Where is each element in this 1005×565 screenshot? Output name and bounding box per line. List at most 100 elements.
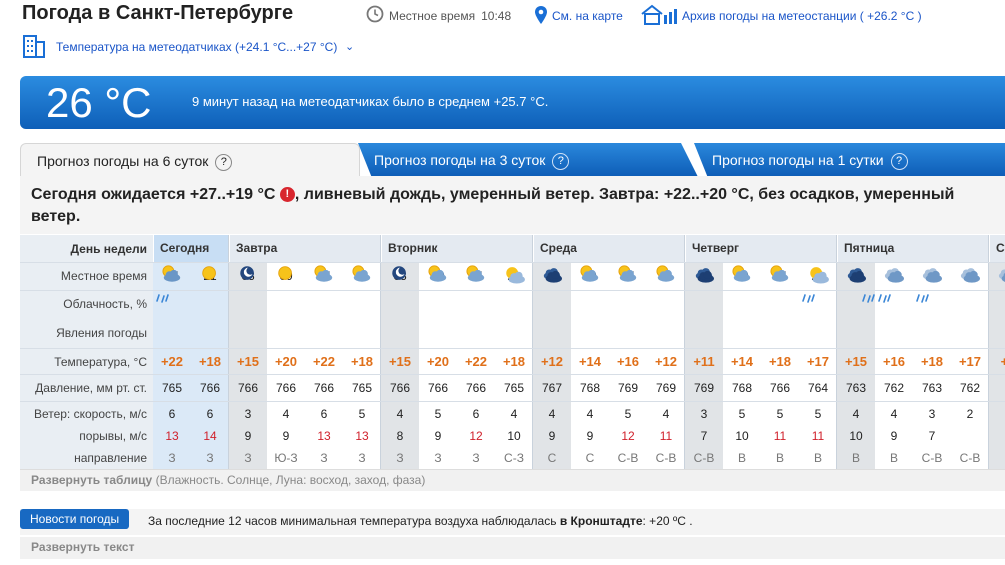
slot-wind-gust: 9: [890, 429, 898, 443]
slot-wind-speed: 6: [472, 407, 480, 421]
current-temperature: 26 °C: [46, 79, 152, 126]
slot-wind-speed: 6: [320, 407, 328, 421]
forecast-slot: 21+17764511В: [799, 262, 837, 469]
partly-cloudy-icon: [580, 265, 599, 282]
tab-forecast-6-days[interactable]: Прогноз погоды на 6 суток ?: [20, 143, 360, 177]
weather-news: Новости погоды За последние 12 часов мин…: [20, 509, 1005, 535]
partly-cloudy-icon: [428, 265, 447, 282]
map-link[interactable]: См. на карте: [552, 9, 623, 23]
row-label-day: День недели: [70, 242, 147, 256]
forecast-slot: 03+1576648З: [381, 262, 419, 469]
slot-pressure: 768: [579, 381, 601, 395]
map-pin-icon[interactable]: [534, 5, 548, 25]
slot-pressure: 769: [617, 381, 639, 395]
slot-temperature: +18: [502, 354, 526, 369]
forecast-slot: 15+1876337С-В: [913, 262, 951, 469]
slot-wind-gust: 9: [244, 429, 252, 443]
slot-temperature: +18: [768, 354, 792, 369]
row-label-cloud: Облачность, %: [63, 297, 147, 311]
tab-forecast-1-day[interactable]: Прогноз погоды на 1 сутки ?: [694, 143, 1005, 177]
help-icon[interactable]: ?: [890, 153, 908, 170]
slot-wind-direction: С-В: [693, 451, 715, 465]
weather-station-icon[interactable]: [640, 3, 680, 25]
expand-table-link[interactable]: Развернуть таблицу (Влажность. Солнце, Л…: [20, 469, 1005, 491]
slot-wind-gust: 11: [659, 429, 673, 443]
row-label-direction: направление: [74, 451, 147, 465]
slot-wind-speed: 6: [206, 407, 214, 421]
slot-temperature: +18: [920, 354, 944, 369]
tab-forecast-3-days[interactable]: Прогноз погоды на 3 суток ?: [358, 143, 698, 177]
page-title: Погода в Санкт-Петербурге: [22, 2, 294, 24]
slot-temperature: +17: [958, 354, 982, 369]
help-icon[interactable]: ?: [215, 154, 233, 171]
slot-pressure: 764: [807, 381, 829, 395]
chevron-down-icon[interactable]: ⌄: [345, 40, 354, 53]
slot-wind-gust: 11: [811, 429, 825, 443]
expand-text-link[interactable]: Развернуть текст: [20, 537, 1005, 559]
partly-cloudy-rain-icon: [162, 265, 181, 282]
slot-temperature: +15: [388, 354, 412, 369]
slot-wind-gust: 9: [282, 429, 290, 443]
forecast-tabs: Прогноз погоды на 6 суток ? Прогноз пого…: [20, 143, 1005, 177]
rain-icon: [878, 294, 891, 303]
row-separator: [20, 262, 1005, 263]
slot-temperature: +22: [160, 354, 184, 369]
slot-wind-gust: 9: [434, 429, 442, 443]
slot-pressure: 762: [959, 381, 981, 395]
slot-wind-direction: З: [206, 451, 214, 465]
slot-pressure: 765: [161, 381, 183, 395]
slot-wind-gust: 12: [469, 429, 483, 443]
rain-icon: [916, 294, 929, 303]
row-label-time: Местное время: [60, 269, 147, 283]
news-label: Новости погоды: [20, 509, 130, 529]
slot-wind-direction: С: [585, 451, 595, 465]
slot-temperature: +11: [693, 354, 715, 369]
rain-icon: [156, 294, 169, 303]
archive-link[interactable]: Архив погоды на метеостанции ( +26.2 °C …: [682, 9, 922, 23]
slot-wind-gust: 7: [928, 429, 936, 443]
slot-wind-speed: 6: [168, 407, 176, 421]
day-header: Сегодня: [153, 235, 229, 262]
slot-wind-direction: С-З: [504, 451, 524, 465]
slot-wind-speed: 4: [890, 407, 898, 421]
slot-temperature: +14: [578, 354, 602, 369]
slot-wind-direction: З: [472, 451, 480, 465]
slot-wind-direction: С: [547, 451, 557, 465]
slot-pressure: 769: [693, 381, 715, 395]
slot-temperature: +12: [654, 354, 678, 369]
sensors-average-message: 9 минут назад на метеодатчиках было в ср…: [192, 94, 549, 109]
local-time: Местное время 10:48: [389, 9, 512, 23]
row-separator: [20, 290, 1005, 291]
slot-wind-speed: 4: [662, 407, 670, 421]
slot-wind-direction: С-В: [959, 451, 981, 465]
slot-wind-direction: З: [244, 451, 252, 465]
slot-temperature: +20: [274, 354, 298, 369]
slot-pressure: 766: [389, 381, 411, 395]
slot-wind-direction: В: [889, 451, 898, 465]
sun-icon: [202, 266, 216, 280]
forecast-slot: 15+18766511В: [761, 262, 799, 469]
slot-temperature: +12: [540, 354, 564, 369]
row-label-gusts: порывы, м/с: [79, 429, 147, 443]
warning-icon[interactable]: !: [279, 187, 295, 202]
slot-wind-speed: 3: [244, 407, 252, 421]
help-icon[interactable]: ?: [552, 153, 570, 170]
slot-wind-direction: В: [737, 451, 746, 465]
night-clear-icon: [240, 266, 254, 280]
forecast-slot: 15+22766612З: [457, 262, 495, 469]
slot-wind-direction: З: [320, 451, 328, 465]
slot-pressure: 766: [237, 381, 259, 395]
slot-wind-gust: 13: [317, 429, 331, 443]
slot-wind-speed: 4: [852, 407, 860, 421]
slot-wind-gust: 10: [507, 429, 521, 443]
slot-wind-speed: 3: [700, 407, 708, 421]
sensors-link[interactable]: Температура на метеодатчиках (+24.1 °C..…: [56, 40, 337, 54]
forecast-slot: 21+177622С-В: [951, 262, 989, 469]
cloudy-icon: [884, 268, 904, 283]
slot-wind-gust: 10: [735, 429, 749, 443]
summary-text: Сегодня ожидается +27..+19 °C !, ливневы…: [31, 186, 955, 225]
slot-wind-direction: В: [813, 451, 822, 465]
row-label-pressure: Давление, мм рт. ст.: [35, 381, 147, 395]
slot-wind-speed: 4: [510, 407, 518, 421]
forecast-slot: 09+1476849С: [571, 262, 609, 469]
